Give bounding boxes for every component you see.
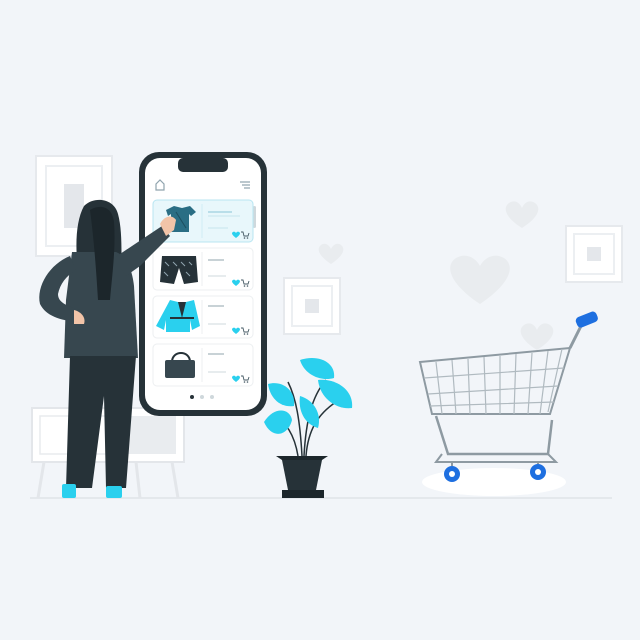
phone-notch (178, 158, 228, 172)
shoe-right (106, 486, 122, 498)
potted-plant (264, 358, 353, 498)
wall-frame-right (565, 225, 623, 283)
plant-leaf (318, 379, 353, 409)
shopping-illustration (0, 0, 640, 640)
wall-frame-middle (283, 277, 341, 335)
pagination-dot[interactable] (200, 395, 204, 399)
shoe-left (62, 484, 76, 498)
pagination-dot[interactable] (210, 395, 214, 399)
product-card[interactable] (152, 295, 254, 339)
floating-heart-icon (450, 255, 510, 304)
handbag-image (165, 360, 195, 378)
smartphone (139, 152, 267, 416)
plant-leaf (264, 410, 292, 434)
product-card[interactable] (152, 343, 254, 387)
floating-heart-icon (318, 243, 344, 264)
product-card[interactable] (152, 247, 254, 291)
illustration-canvas (30, 152, 623, 499)
cart-handle (575, 311, 598, 328)
pagination-dot-active[interactable] (190, 395, 194, 399)
floating-heart-icon (520, 323, 554, 350)
floating-heart-icon (505, 201, 539, 228)
plant-leaf (299, 396, 320, 428)
shopping-cart (418, 311, 598, 496)
plant-leaf (300, 358, 335, 380)
